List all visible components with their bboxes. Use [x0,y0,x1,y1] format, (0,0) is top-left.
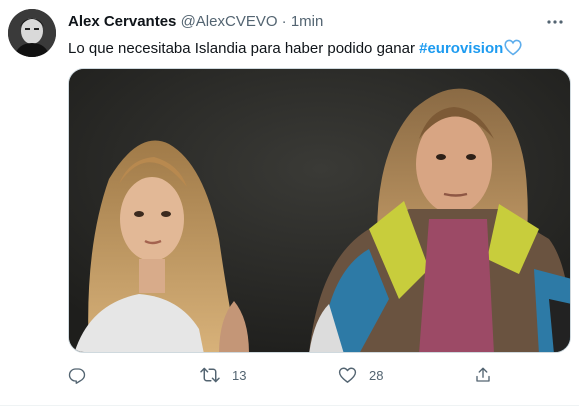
share-icon [476,367,490,382]
author-handle[interactable]: @AlexCVEVO [181,13,278,30]
retweet-count: 13 [232,367,247,383]
like-button[interactable]: 28 [338,364,383,386]
retweet-button[interactable]: 13 [200,364,246,386]
like-count: 28 [369,367,384,383]
avatar-image [8,9,56,57]
avatar[interactable] [8,9,56,57]
more-icon [547,20,563,24]
heart-icon [338,367,357,383]
tweet[interactable]: Alex Cervantes @AlexCVEVO · 1min Lo que … [0,0,579,406]
reply-icon [68,368,86,384]
share-button[interactable] [474,364,492,386]
timestamp[interactable]: 1min [291,13,324,30]
blue-heart-icon [504,39,522,62]
tweet-text: Lo que necesitaba Islandia para haber po… [68,39,522,62]
tweet-actions: 13 28 [68,364,508,386]
more-options-button[interactable] [545,12,565,32]
retweet-icon [200,367,220,383]
tweet-body: Lo que necesitaba Islandia para haber po… [68,40,420,57]
movie-still-image [69,69,570,352]
reply-button[interactable] [68,364,86,386]
separator: · [281,13,287,30]
tweet-header: Alex Cervantes @AlexCVEVO · 1min [68,13,323,31]
hashtag-link[interactable]: #eurovision [419,40,503,57]
tweet-media-gif[interactable] [68,68,571,353]
author-name[interactable]: Alex Cervantes [68,13,176,30]
